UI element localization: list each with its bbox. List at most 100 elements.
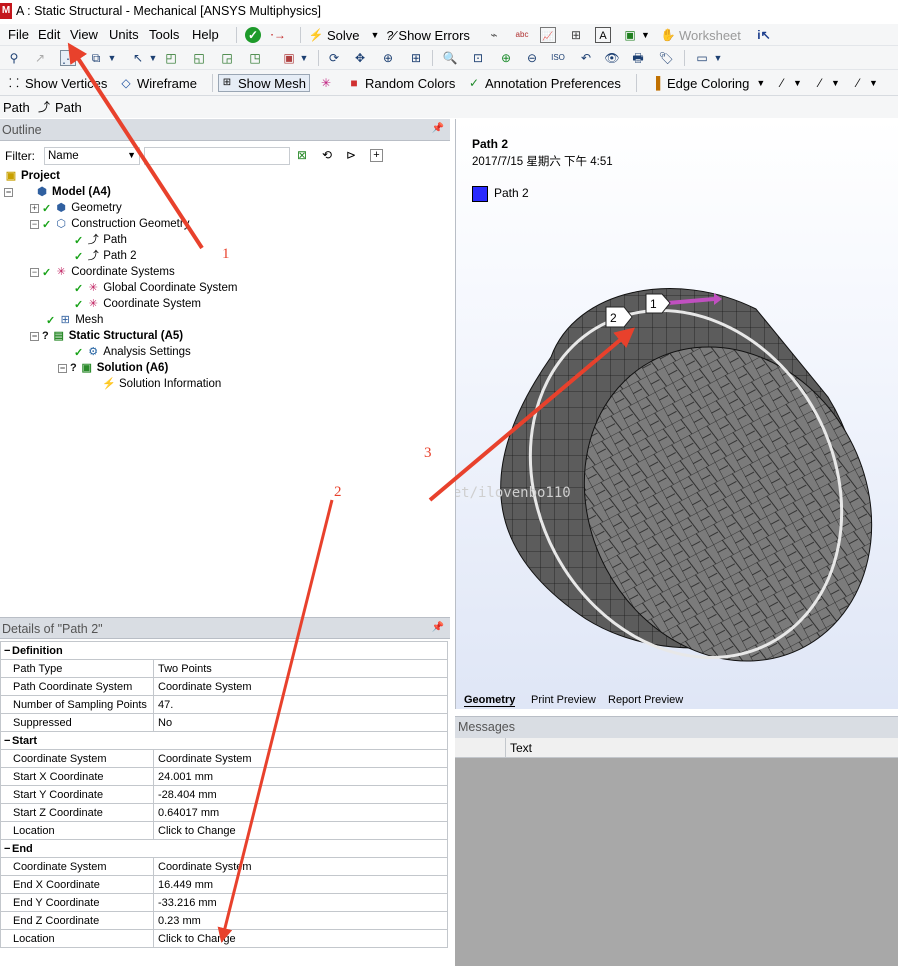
tree-node-geometry[interactable]: + ✓ ⬢ Geometry xyxy=(30,200,122,216)
collapse-icon[interactable]: − xyxy=(58,363,67,373)
menu-file[interactable]: File xyxy=(8,27,29,42)
menu-edit[interactable]: Edit xyxy=(38,27,60,42)
tree-node-model[interactable]: − ⬢ Model (A4) xyxy=(4,184,111,200)
collapse-icon[interactable]: − xyxy=(30,219,39,229)
tree-node-static-structural[interactable]: −? ▤ Static Structural (A5) xyxy=(30,328,183,344)
details-row[interactable]: Suppressed No xyxy=(0,713,448,732)
text-annotation-icon[interactable]: A xyxy=(595,26,611,44)
zoom-out-icon[interactable]: ⊖ xyxy=(524,50,540,66)
annotation-preferences-button[interactable]: ✓ Annotation Preferences xyxy=(466,74,621,92)
viewport-layout-dropdown-icon[interactable]: ▼ xyxy=(710,50,726,66)
tab-geometry[interactable]: Geometry xyxy=(464,694,516,707)
tree-node-analysis-settings[interactable]: ✓ ⚙ Analysis Settings xyxy=(74,344,191,360)
image-capture-icon[interactable]: ▣ ▼ xyxy=(622,26,650,44)
extend-selection-icon[interactable]: ⋰ xyxy=(60,50,76,66)
tree-node-path-2[interactable]: ✓ ⤴ Path 2 xyxy=(74,248,136,264)
collapse-icon[interactable]: − xyxy=(4,645,12,657)
box-icon[interactable]: ▣ xyxy=(281,50,297,66)
show-mesh-button[interactable]: ⊞ Show Mesh xyxy=(218,74,310,92)
show-errors-button[interactable]: ?⁄ Show Errors xyxy=(386,26,470,44)
worksheet-button[interactable]: ✋ Worksheet xyxy=(660,26,741,44)
details-row[interactable]: Path Coordinate System Coordinate System xyxy=(0,677,448,696)
details-group[interactable]: − Start xyxy=(0,731,448,750)
box-dropdown-icon[interactable]: ▼ xyxy=(296,50,312,66)
tree-expand-icon[interactable]: ⋅→ xyxy=(270,26,286,44)
check-icon[interactable]: ✓ xyxy=(245,26,261,44)
details-group[interactable]: − Definition xyxy=(0,641,448,660)
details-row[interactable]: End Y Coordinate -33.216 mm xyxy=(0,893,448,912)
select-type-icon[interactable]: ⧉ xyxy=(88,50,104,66)
tree-node-coordinate-system[interactable]: ✓ ✳ Coordinate System xyxy=(74,296,201,312)
tag-icon[interactable]: 🏷 xyxy=(658,50,674,66)
abc-chart-icon[interactable]: abc xyxy=(514,26,530,44)
collapse-tree-icon[interactable]: ⟲ xyxy=(322,148,338,164)
pin-icon[interactable]: 📌 xyxy=(432,123,444,134)
edge-coloring-button[interactable]: ▐ Edge Coloring ▼ xyxy=(648,74,766,92)
tree-node-coordinate-systems[interactable]: − ✓ ✳ Coordinate Systems xyxy=(30,264,175,280)
print-icon[interactable]: 🖶 xyxy=(630,50,646,66)
details-group[interactable]: − End xyxy=(0,839,448,858)
tab-report-preview[interactable]: Report Preview xyxy=(608,694,683,706)
next-view-icon[interactable]: 👁 xyxy=(604,50,620,66)
tree-node-construction-geometry[interactable]: − ✓ ⬡ Construction Geometry xyxy=(30,216,189,232)
random-colors-button[interactable]: ■ Random Colors xyxy=(346,74,455,92)
expand-icon[interactable]: + xyxy=(30,203,39,213)
collapse-icon[interactable]: − xyxy=(30,267,39,277)
tree-node-global-coordinate-system[interactable]: ✓ ✳ Global Coordinate System xyxy=(74,280,237,296)
collapse-icon[interactable]: − xyxy=(4,187,13,197)
collapse-icon[interactable]: − xyxy=(30,331,39,341)
menu-tools[interactable]: Tools xyxy=(149,27,179,42)
chart-icon[interactable]: 📈 xyxy=(540,26,556,44)
search-filter-icon[interactable]: ⊠ xyxy=(297,148,313,164)
details-row[interactable]: Start X Coordinate 24.001 mm xyxy=(0,767,448,786)
tree-icon[interactable]: ⊞ xyxy=(568,26,584,44)
tab-print-preview[interactable]: Print Preview xyxy=(531,694,596,706)
rotate-icon[interactable]: ⟳ xyxy=(326,50,342,66)
iso-view-icon[interactable]: ISO xyxy=(550,50,566,66)
menu-units[interactable]: Units xyxy=(109,27,139,42)
tree-node-project[interactable]: ▣ Project xyxy=(4,168,60,184)
zoom-icon[interactable]: ⊕ xyxy=(380,50,396,66)
select-mode-icon[interactable]: ⚲ xyxy=(6,50,22,66)
edge-style3-icon[interactable]: ⁄ ▼ xyxy=(850,74,878,92)
details-row[interactable]: Coordinate System Coordinate System xyxy=(0,857,448,876)
model-view[interactable]: 1 2 http://blog.csdn.net/ilovenbo110 xyxy=(456,119,898,709)
details-row[interactable]: Start Z Coordinate 0.64017 mm xyxy=(0,803,448,822)
show-vertices-button[interactable]: ⸬ Show Vertices xyxy=(6,74,107,92)
expand-all-icon[interactable]: + xyxy=(370,149,383,162)
select-body-icon[interactable]: ◳ xyxy=(247,50,263,66)
viewport-layout-icon[interactable]: ▭ xyxy=(694,50,710,66)
filter-search-input[interactable] xyxy=(144,147,290,165)
details-row[interactable]: End X Coordinate 16.449 mm xyxy=(0,875,448,894)
details-row[interactable]: Path Type Two Points xyxy=(0,659,448,678)
pointer-dropdown-icon[interactable]: ▼ xyxy=(145,50,161,66)
zoom-fit-icon[interactable]: 🔍 xyxy=(442,50,458,66)
tree-node-mesh[interactable]: ✓ ⊞ Mesh xyxy=(46,312,103,328)
menu-help[interactable]: Help xyxy=(192,27,219,42)
messages-col-text[interactable]: Text xyxy=(510,741,532,755)
details-row[interactable]: Location Click to Change xyxy=(0,929,448,948)
details-row[interactable]: Start Y Coordinate -28.404 mm xyxy=(0,785,448,804)
pan-icon[interactable]: ✥ xyxy=(352,50,368,66)
tree-node-solution[interactable]: −? ▣ Solution (A6) xyxy=(58,360,168,376)
graphics-viewport[interactable]: 1 2 http://blog.csdn.net/ilovenbo110 xyxy=(455,119,898,709)
probe-icon[interactable]: ⌁ xyxy=(486,26,502,44)
zoom-window-icon[interactable]: ⊡ xyxy=(470,50,486,66)
tree-node-path[interactable]: ✓ ⤴ Path xyxy=(74,232,127,248)
zoom-box-icon[interactable]: ⊞ xyxy=(408,50,424,66)
collapse-icon[interactable]: − xyxy=(4,843,12,855)
details-row[interactable]: Coordinate System Coordinate System xyxy=(0,749,448,768)
path-button[interactable]: ⤴ Path xyxy=(36,98,82,116)
previous-view-icon[interactable]: ↶ xyxy=(578,50,594,66)
edge-style2-icon[interactable]: ⁄ ▼ xyxy=(812,74,840,92)
select-type-dropdown-icon[interactable]: ▼ xyxy=(104,50,120,66)
edge-style1-icon[interactable]: ⁄ ▼ xyxy=(774,74,802,92)
wireframe-button[interactable]: ◇ Wireframe xyxy=(118,74,197,92)
tree-node-solution-information[interactable]: ⚡ Solution Information xyxy=(102,376,221,392)
pin-icon[interactable]: 📌 xyxy=(432,622,444,633)
select-face-icon[interactable]: ◲ xyxy=(219,50,235,66)
filter-select[interactable]: Name ▼ xyxy=(44,147,140,165)
details-row[interactable]: Location Click to Change xyxy=(0,821,448,840)
details-row[interactable]: End Z Coordinate 0.23 mm xyxy=(0,911,448,930)
select-edge-icon[interactable]: ◱ xyxy=(191,50,207,66)
